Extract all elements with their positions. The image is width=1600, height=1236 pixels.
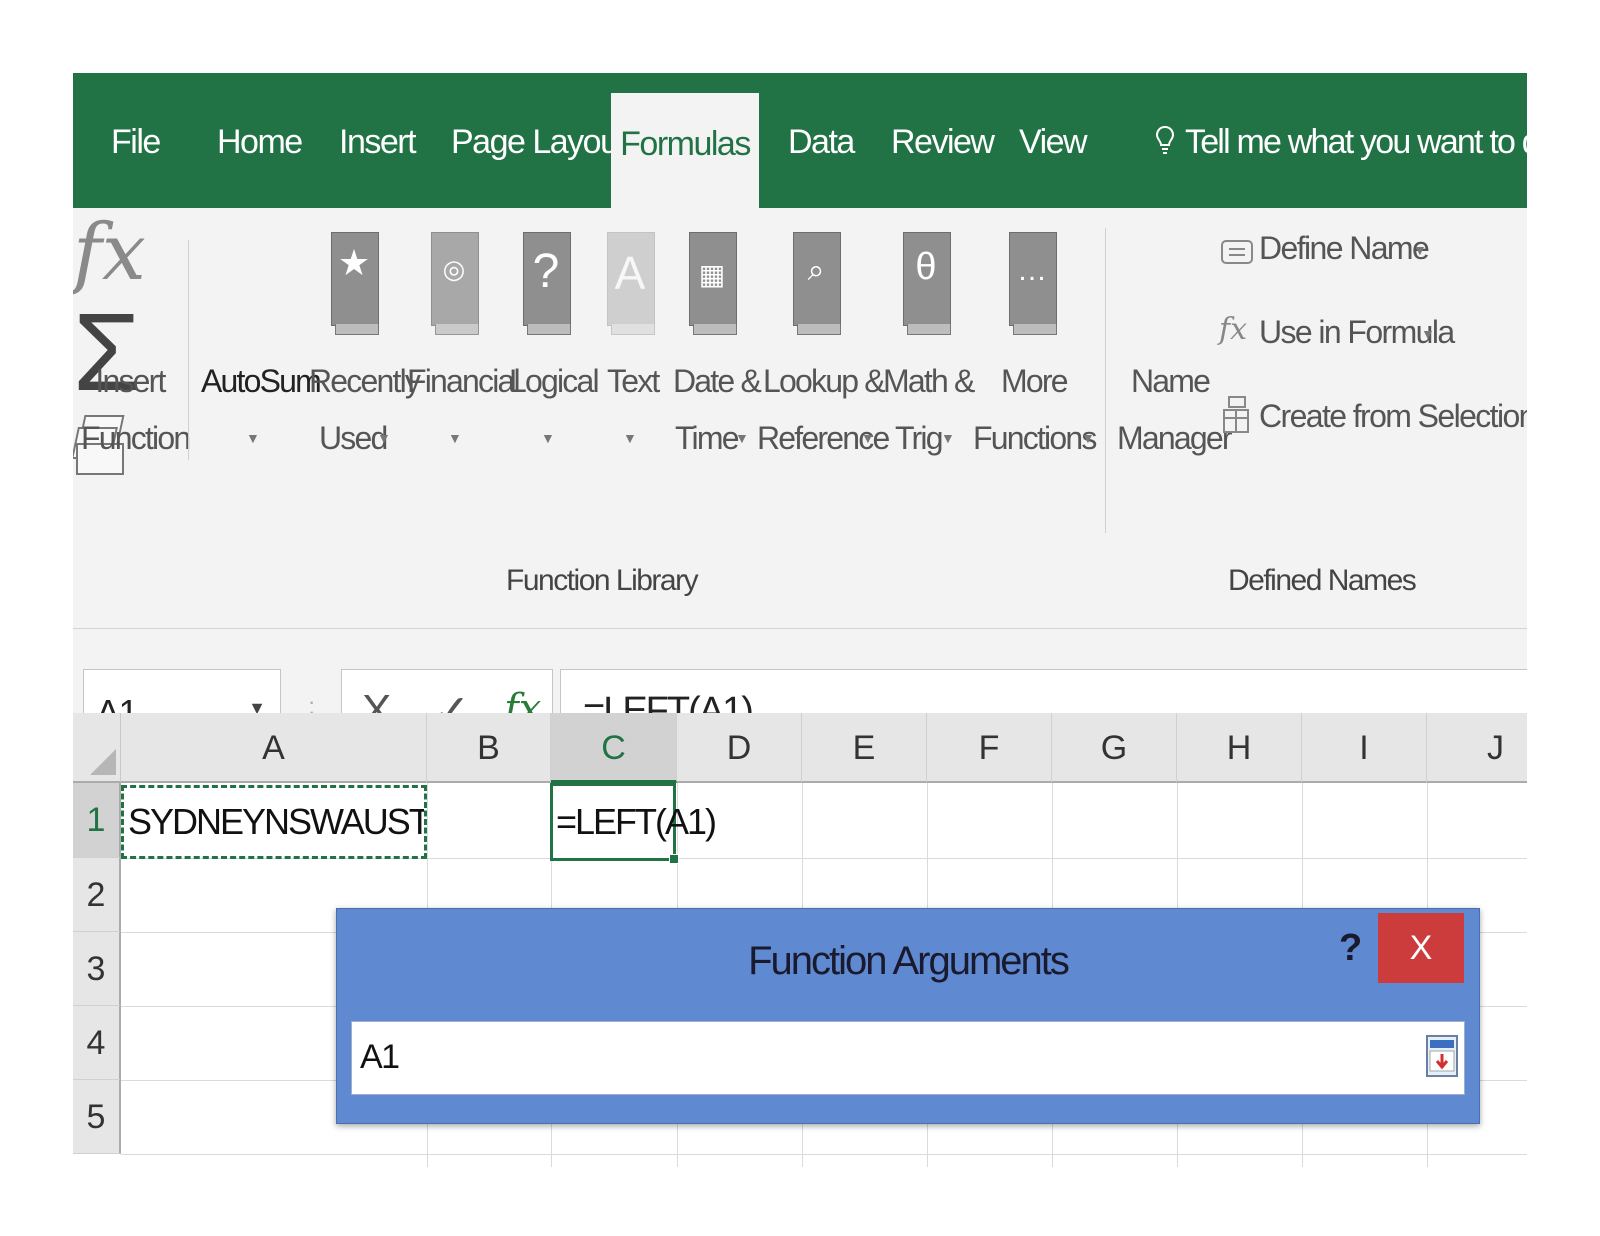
calendar-book-icon: ▦ <box>689 232 737 335</box>
magnifier-book-icon: ⌕ <box>793 232 841 335</box>
column-header-g[interactable]: G <box>1052 713 1177 783</box>
select-all-corner[interactable] <box>73 713 121 783</box>
recently-used-label-1: Recently <box>309 363 421 399</box>
lookup-label-1: Lookup & <box>763 363 886 399</box>
chevron-down-icon: ▼ <box>861 430 875 446</box>
chevron-down-icon: ▼ <box>541 430 555 446</box>
tab-review[interactable]: Review <box>891 123 995 162</box>
date-time-label-1: Date & <box>673 363 762 399</box>
column-header-i[interactable]: I <box>1302 713 1427 783</box>
chevron-down-icon: ▼ <box>448 430 462 446</box>
column-header-b[interactable]: B <box>427 713 551 783</box>
defined-names-group-label: Defined Names <box>1228 564 1417 597</box>
name-manager-label-2: Manager <box>1117 420 1233 456</box>
tab-file[interactable]: File <box>111 123 161 162</box>
function-library-group-label: Function Library <box>506 564 699 597</box>
column-header-e[interactable]: E <box>802 713 927 783</box>
ribbon-group-separator <box>1105 228 1106 533</box>
coins-book-icon: ◎ <box>431 232 479 335</box>
tab-page-layout[interactable]: Page Layout <box>451 123 627 162</box>
cell-c1-value: =LEFT(A1) <box>556 801 717 842</box>
cell-a1[interactable]: SYDNEYNSWAUSTRALIA <box>121 785 427 859</box>
argument-value: A1 <box>360 1038 400 1076</box>
chevron-down-icon: ▼ <box>1421 326 1435 342</box>
row-gridline <box>121 1154 1527 1155</box>
tell-me-label: Tell me what you want to do <box>1185 123 1527 161</box>
more-functions-label-1: More <box>1001 363 1069 399</box>
fill-handle[interactable] <box>669 854 679 864</box>
ellipsis-book-icon: … <box>1009 232 1057 335</box>
expand-dialog-icon[interactable] <box>1426 1034 1458 1078</box>
row-header-1[interactable]: 1 <box>73 783 121 858</box>
row-header-3[interactable]: 3 <box>73 932 121 1006</box>
argument-input[interactable]: A1 <box>351 1021 1465 1095</box>
table-select-icon <box>1223 396 1249 433</box>
tab-formulas-label: Formulas <box>620 125 751 163</box>
row-header-4[interactable]: 4 <box>73 1006 121 1080</box>
recently-used-label-2: Used <box>319 420 388 456</box>
tab-view[interactable]: View <box>1019 123 1088 162</box>
tab-insert[interactable]: Insert <box>339 123 417 162</box>
close-button[interactable]: X <box>1378 913 1464 983</box>
column-header-c[interactable]: C <box>551 713 677 783</box>
column-header-d[interactable]: D <box>677 713 802 783</box>
column-header-f[interactable]: F <box>927 713 1052 783</box>
more-functions-label-2: Functions <box>973 420 1097 456</box>
formulas-ribbon: fx Insert Function Σ AutoSum ▼ ★ Recentl… <box>73 208 1527 629</box>
theta-book-icon: θ <box>903 232 951 335</box>
fx-small-icon: fx <box>1219 312 1248 347</box>
tab-formulas[interactable]: Formulas <box>611 93 759 208</box>
chevron-down-icon: ▼ <box>941 430 955 446</box>
tag-icon <box>1221 240 1253 264</box>
text-label: Text <box>607 363 660 399</box>
text-book-icon: A <box>607 232 655 335</box>
autosum-label: AutoSum <box>201 363 322 399</box>
chevron-down-icon: ▼ <box>1081 430 1095 446</box>
tab-data[interactable]: Data <box>788 123 855 162</box>
star-book-icon: ★ <box>331 232 379 335</box>
column-header-h[interactable]: H <box>1177 713 1302 783</box>
create-from-selection-label: Create from Selection <box>1259 398 1527 434</box>
column-header-a[interactable]: A <box>121 713 427 783</box>
financial-label: Financial <box>407 363 521 399</box>
chevron-down-icon: ▼ <box>377 430 391 446</box>
chevron-down-icon: ▼ <box>735 430 749 446</box>
math-trig-label-2: Trig <box>895 420 944 456</box>
cell-c1[interactable]: =LEFT(A1) <box>550 783 717 864</box>
define-name-label: Define Name <box>1259 230 1430 266</box>
chevron-down-icon: ▼ <box>623 430 637 446</box>
ribbon-tab-bar: File Home Insert Page Layout Formulas Da… <box>73 73 1527 208</box>
question-book-icon: ? <box>523 232 571 335</box>
ribbon-separator <box>188 240 189 460</box>
row-header-5[interactable]: 5 <box>73 1080 121 1154</box>
lookup-label-2: Reference <box>757 420 890 456</box>
insert-function-label-2: Function <box>81 420 191 456</box>
function-arguments-dialog: Function Arguments ? X A1 <box>336 908 1480 1124</box>
lightbulb-icon <box>1155 125 1175 154</box>
date-time-label-2: Time <box>675 420 740 456</box>
tab-home[interactable]: Home <box>217 123 303 162</box>
math-trig-label-1: Math & <box>883 363 975 399</box>
insert-function-label-1: Insert <box>95 363 166 399</box>
logical-label: Logical <box>509 363 600 399</box>
chevron-down-icon: ▼ <box>246 430 260 446</box>
tell-me-search[interactable]: Tell me what you want to do <box>1155 123 1527 162</box>
excel-window: File Home Insert Page Layout Formulas Da… <box>73 73 1527 1167</box>
name-manager-label-1: Name <box>1131 363 1211 399</box>
row-header-2[interactable]: 2 <box>73 858 121 932</box>
column-header-j[interactable]: J <box>1427 713 1527 783</box>
chevron-down-icon: ▼ <box>1413 242 1427 258</box>
help-button[interactable]: ? <box>1339 927 1362 970</box>
dialog-title: Function Arguments <box>748 939 1070 983</box>
